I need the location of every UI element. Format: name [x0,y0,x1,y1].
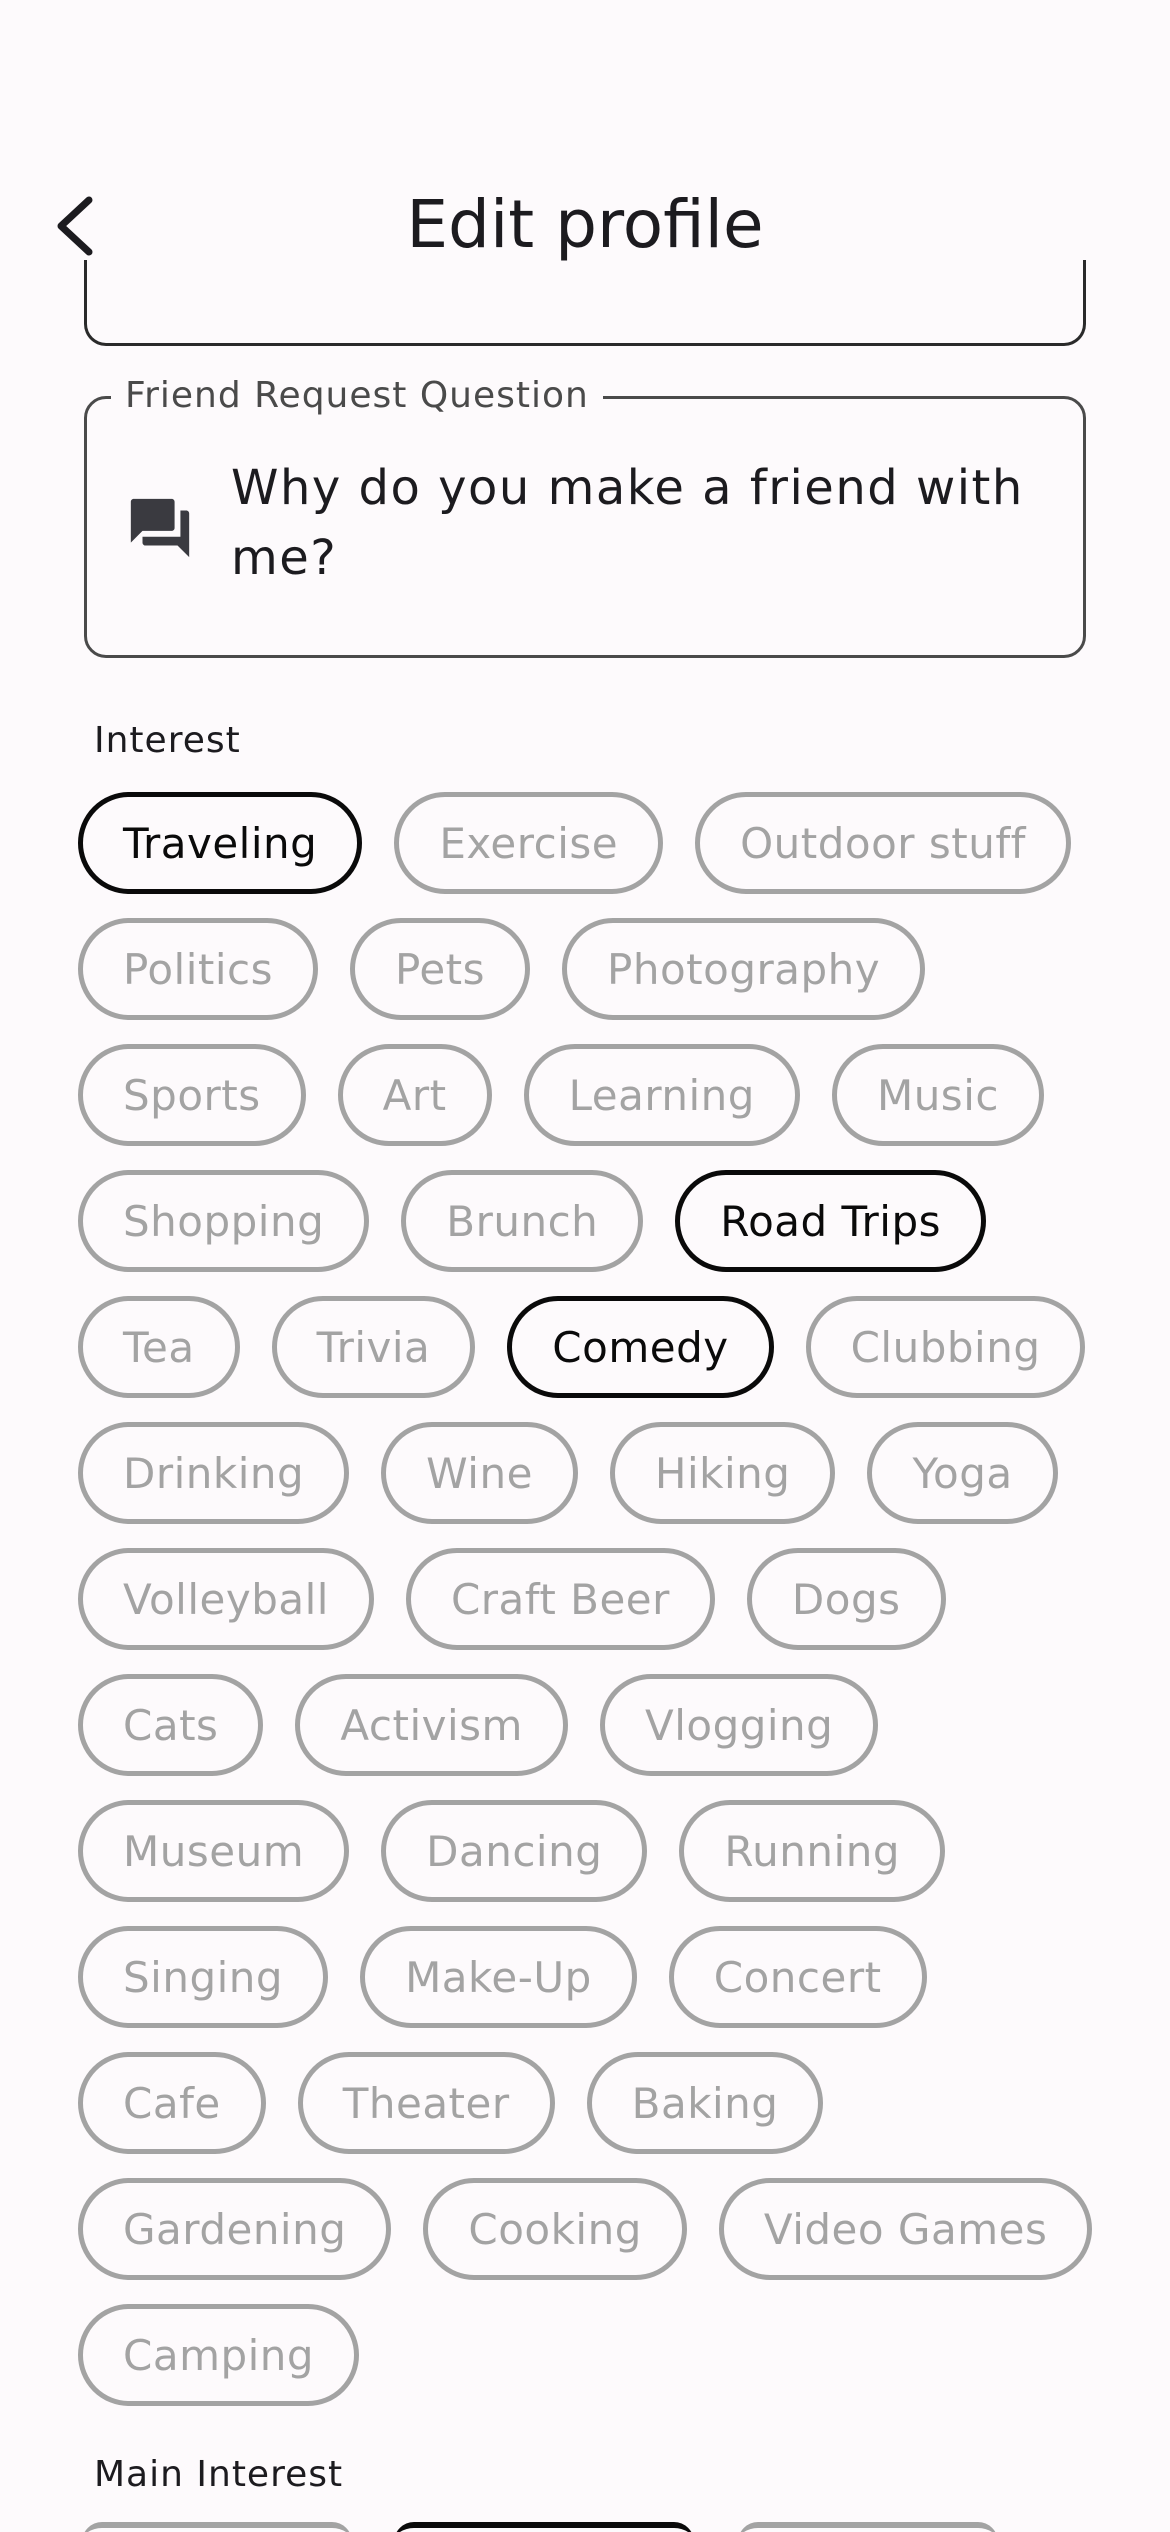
chip-row: Politics Pets Photography [78,918,1108,1020]
interest-chip-gardening[interactable]: Gardening [78,2178,392,2280]
interest-chip-make-up[interactable]: Make-Up [360,1926,637,2028]
chip-row: Drinking Wine Hiking Yoga [78,1422,1108,1524]
interest-chip-sports[interactable]: Sports [78,1044,306,1146]
forum-icon [130,498,190,558]
interest-chip-road-trips[interactable]: Road Trips [675,1170,986,1272]
interest-chip-camping[interactable]: Camping [78,2304,360,2406]
friend-request-question-label: Friend Request Question [111,373,603,419]
interest-chip-tea[interactable]: Tea [78,1296,240,1398]
interest-chip-exercise[interactable]: Exercise [394,792,664,894]
interest-chip-shopping[interactable]: Shopping [78,1170,370,1272]
interest-chip-clubbing[interactable]: Clubbing [805,1296,1086,1398]
friend-request-question-value[interactable]: Why do you make a friend with me? [231,453,1051,593]
chip-row: Traveling Exercise Outdoor stuff [78,792,1108,894]
interest-chip-concert[interactable]: Concert [668,1926,927,2028]
chip-row: Sports Art Learning Music [78,1044,1108,1146]
interest-chip-photography[interactable]: Photography [562,918,926,1020]
interest-chip-wine[interactable]: Wine [381,1422,578,1524]
interest-chip-drinking[interactable]: Drinking [78,1422,350,1524]
interest-chip-theater[interactable]: Theater [297,2052,555,2154]
chip-row: Singing Make-Up Concert [78,1926,1108,2028]
interest-chip-cooking[interactable]: Cooking [423,2178,687,2280]
main-interest-label: Main Interest [94,2454,344,2495]
interest-chip-museum[interactable]: Museum [78,1800,350,1902]
friend-request-question-field[interactable]: Friend Request Question Why do you make … [84,373,1086,658]
interest-chip-baking[interactable]: Baking [586,2052,824,2154]
interest-chip-vlogging[interactable]: Vlogging [599,1674,879,1776]
main-interest-chip-group [78,2522,1108,2532]
chip-row: Volleyball Craft Beer Dogs [78,1548,1108,1650]
interest-chip-activism[interactable]: Activism [295,1674,568,1776]
chip-row: Gardening Cooking Video Games [78,2178,1108,2280]
interest-label: Interest [94,720,241,761]
page-title: Edit profile [406,186,764,263]
interest-chip-video-games[interactable]: Video Games [718,2178,1093,2280]
interest-chip-craft-beer[interactable]: Craft Beer [405,1548,715,1650]
chip-row: Shopping Brunch Road Trips [78,1170,1108,1272]
main-interest-chip[interactable] [394,2522,694,2532]
interest-chip-learning[interactable]: Learning [523,1044,800,1146]
interest-chip-pets[interactable]: Pets [349,918,531,1020]
interest-chip-volleyball[interactable]: Volleyball [78,1548,374,1650]
interest-chip-cafe[interactable]: Cafe [78,2052,266,2154]
interest-chip-dogs[interactable]: Dogs [746,1548,946,1650]
interest-chip-outdoor-stuff[interactable]: Outdoor stuff [695,792,1071,894]
previous-field-outline[interactable] [84,260,1086,346]
main-interest-chip[interactable] [738,2522,998,2532]
interest-chip-traveling[interactable]: Traveling [78,792,363,894]
chip-row: Museum Dancing Running [78,1800,1108,1902]
interest-chip-group: Traveling Exercise Outdoor stuff Politics Pe… [78,792,1108,2430]
interest-chip-singing[interactable]: Singing [78,1926,329,2028]
chip-row: Tea Trivia Comedy Clubbing [78,1296,1108,1398]
main-interest-chip[interactable] [82,2522,352,2532]
chip-row: Cats Activism Vlogging [78,1674,1108,1776]
interest-chip-brunch[interactable]: Brunch [401,1170,644,1272]
interest-chip-music[interactable]: Music [831,1044,1044,1146]
chip-row: Cafe Theater Baking [78,2052,1108,2154]
interest-chip-dancing[interactable]: Dancing [381,1800,648,1902]
interest-chip-art[interactable]: Art [337,1044,492,1146]
interest-chip-yoga[interactable]: Yoga [867,1422,1058,1524]
interest-chip-trivia[interactable]: Trivia [271,1296,476,1398]
chip-row: Camping [78,2304,1108,2406]
interest-chip-comedy[interactable]: Comedy [507,1296,774,1398]
interest-chip-running[interactable]: Running [679,1800,945,1902]
interest-chip-politics[interactable]: Politics [78,918,318,1020]
interest-chip-cats[interactable]: Cats [78,1674,264,1776]
interest-chip-hiking[interactable]: Hiking [609,1422,836,1524]
app-bar: Edit profile [0,0,1170,300]
